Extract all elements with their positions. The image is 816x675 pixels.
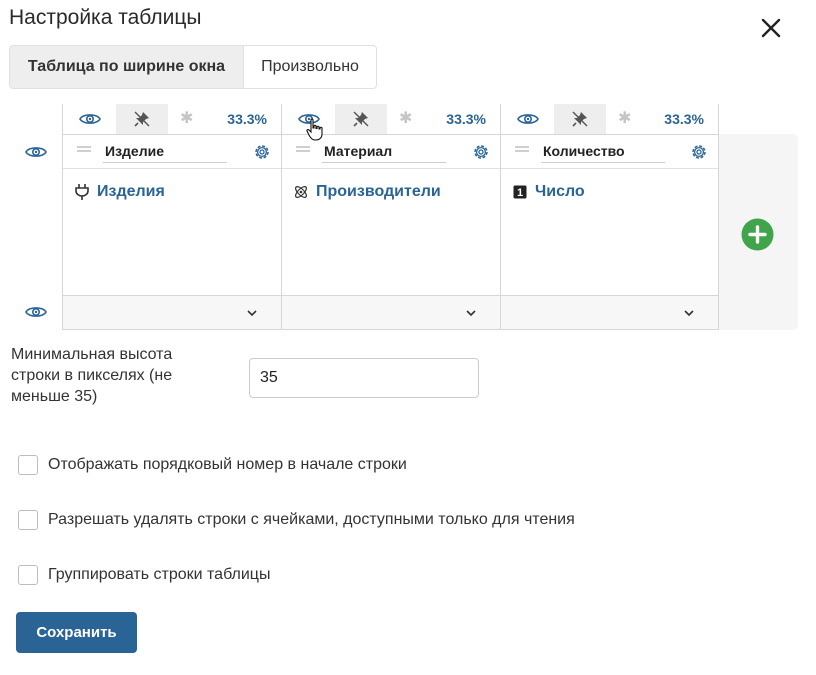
drag-handle-icon[interactable] (296, 146, 310, 152)
pin-icon (353, 111, 369, 127)
column-settings-gear-icon[interactable] (471, 142, 491, 162)
option-allow-delete-readonly[interactable]: Разрешать удалять строки с ячейками, дос… (18, 510, 575, 530)
column-required-asterisk-icon[interactable]: ✱ (180, 108, 193, 128)
chevron-down-icon (466, 310, 476, 317)
column-field-label: Число (535, 183, 585, 200)
column-editor-3: ✱ 33.3% 1 Число (500, 104, 719, 330)
mode-custom[interactable]: Произвольно (243, 46, 376, 88)
column-field-link[interactable]: 1 Число (511, 183, 585, 201)
column-pin-button[interactable] (335, 104, 387, 134)
checkbox[interactable] (18, 455, 38, 475)
column-visibility-eye-icon[interactable] (79, 111, 101, 127)
drag-handle-icon[interactable] (77, 146, 91, 152)
atom-icon (292, 183, 310, 201)
pin-icon (134, 111, 150, 127)
min-row-height-label: Минимальная высота строки в пикселях (не… (11, 346, 173, 405)
column-settings-gear-icon[interactable] (689, 142, 709, 162)
min-row-height-input[interactable] (249, 358, 479, 398)
column-footer-dropdown[interactable] (63, 295, 281, 329)
column-toolbar: ✱ 33.3% (62, 104, 281, 134)
column-toolbar: ✱ 33.3% (500, 104, 719, 134)
column-name-input[interactable] (541, 140, 665, 163)
mode-fit-window[interactable]: Таблица по ширине окна (10, 46, 243, 88)
column-width-value[interactable]: 33.3% (664, 111, 704, 127)
column-required-asterisk-icon[interactable]: ✱ (399, 108, 412, 128)
column-header (63, 135, 281, 169)
number-icon-badge: 1 (517, 187, 523, 199)
column-field-link[interactable]: Изделия (73, 183, 165, 201)
column-name-input[interactable] (103, 140, 227, 163)
checkbox[interactable] (18, 510, 38, 530)
column-settings-gear-icon[interactable] (252, 142, 272, 162)
column-width-value[interactable]: 33.3% (446, 111, 486, 127)
width-mode-toggle: Таблица по ширине окна Произвольно (9, 45, 377, 89)
footer-row-visibility-eye-icon[interactable] (25, 304, 47, 320)
column-editor-2: ✱ 33.3% Производители (281, 104, 500, 330)
header-row-visibility-eye-icon[interactable] (25, 144, 47, 160)
close-icon[interactable] (757, 14, 785, 42)
column-pin-button[interactable] (116, 104, 168, 134)
drag-handle-icon[interactable] (515, 146, 529, 152)
chevron-down-icon (247, 310, 257, 317)
add-column-plus-icon[interactable] (741, 218, 774, 251)
option-label: Группировать строки таблицы (48, 566, 271, 583)
option-group-rows[interactable]: Группировать строки таблицы (18, 565, 270, 585)
column-visibility-eye-icon[interactable] (517, 111, 539, 127)
checkbox[interactable] (18, 565, 38, 585)
column-field-link[interactable]: Производители (292, 183, 441, 201)
save-button[interactable]: Сохранить (16, 612, 137, 653)
column-card: Производители (281, 134, 500, 330)
column-required-asterisk-icon[interactable]: ✱ (618, 108, 631, 128)
column-card: 1 Число (500, 134, 719, 330)
column-header (282, 135, 500, 169)
column-visibility-eye-icon[interactable] (298, 111, 320, 127)
column-width-value[interactable]: 33.3% (227, 111, 267, 127)
column-toolbar: ✱ 33.3% (281, 104, 500, 134)
column-pin-button[interactable] (554, 104, 606, 134)
option-label: Отображать порядковый номер в начале стр… (48, 456, 407, 473)
column-footer-dropdown[interactable] (282, 295, 500, 329)
column-header (501, 135, 718, 169)
option-show-row-number[interactable]: Отображать порядковый номер в начале стр… (18, 455, 407, 475)
column-footer-dropdown[interactable] (501, 295, 718, 329)
pin-icon (572, 111, 588, 127)
plug-icon (73, 183, 91, 201)
chevron-down-icon (684, 310, 694, 317)
column-field-label: Производители (316, 183, 441, 200)
column-name-input[interactable] (322, 140, 446, 163)
option-label: Разрешать удалять строки с ячейками, дос… (48, 511, 575, 528)
dialog-title: Настройка таблицы (9, 6, 202, 29)
number-icon: 1 (511, 183, 529, 201)
column-editor-1: ✱ 33.3% Изделия (62, 104, 281, 330)
column-field-label: Изделия (97, 183, 165, 200)
column-card: Изделия (62, 134, 281, 330)
